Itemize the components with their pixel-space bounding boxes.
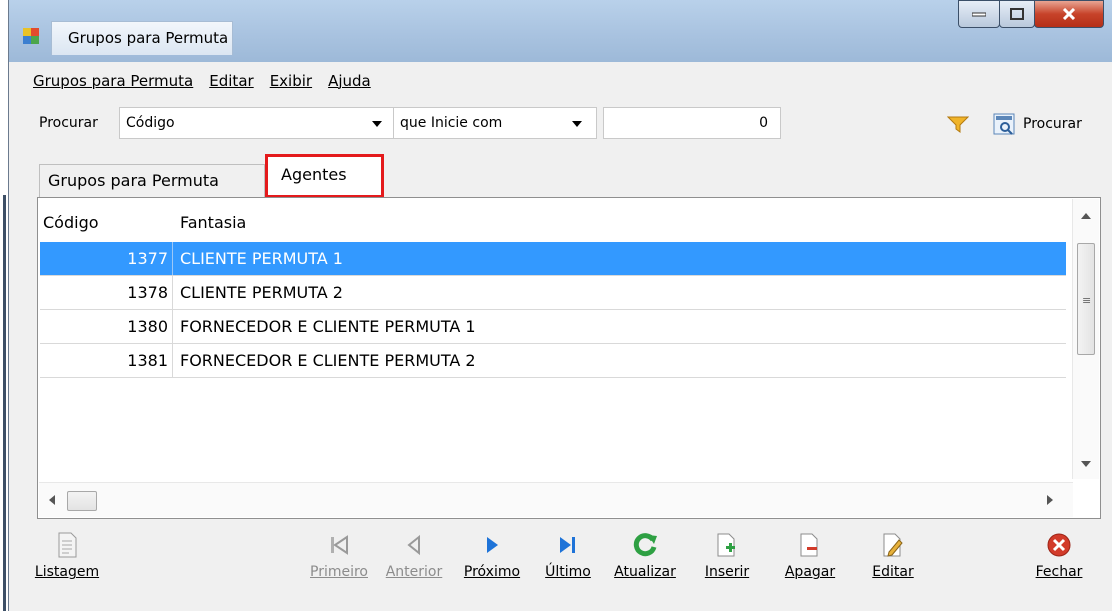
editar-button[interactable]: Editar — [863, 530, 923, 582]
menu-bar: Grupos para Permuta Editar Exibir Ajuda — [27, 68, 379, 94]
minimize-button[interactable] — [958, 0, 1000, 28]
atualizar-label: Atualizar — [614, 564, 676, 580]
vertical-scrollbar[interactable]: ≡ — [1072, 199, 1099, 479]
cell-codigo: 1378 — [40, 276, 173, 309]
search-icon — [993, 113, 1015, 135]
close-icon — [1062, 8, 1076, 20]
horizontal-scroll-thumb[interactable] — [67, 491, 97, 511]
search-label: Procurar — [39, 115, 98, 131]
minimize-icon — [972, 12, 986, 17]
delete-icon — [800, 533, 818, 557]
cell-fantasia: CLIENTE PERMUTA 1 — [180, 249, 343, 268]
previous-record-icon — [407, 534, 420, 556]
chevron-down-icon — [372, 121, 382, 127]
search-button-label: Procurar — [1023, 116, 1082, 132]
search-button[interactable]: Procurar — [993, 110, 1082, 138]
agents-grid: Código Fantasia 1377 CLIENTE PERMUTA 1 1… — [37, 197, 1101, 519]
proximo-button[interactable]: Próximo — [457, 530, 527, 582]
maximize-button[interactable] — [999, 0, 1035, 28]
cell-codigo: 1381 — [40, 344, 173, 377]
tab-bar: Grupos para Permuta Agentes — [33, 152, 1103, 198]
apagar-button[interactable]: Apagar — [775, 530, 845, 582]
search-row: Procurar Código que Inicie com 0 Procura… — [9, 104, 1112, 142]
menu-ajuda[interactable]: Ajuda — [320, 68, 379, 94]
background-strip — [0, 0, 8, 611]
app-window: Grupos para Permuta Grupos para Permuta … — [8, 0, 1112, 611]
tab-grupos-para-permuta[interactable]: Grupos para Permuta — [39, 164, 265, 198]
table-row[interactable]: 1381 FORNECEDOR E CLIENTE PERMUTA 2 — [40, 344, 1066, 378]
close-circle-icon — [1047, 533, 1071, 557]
cell-fantasia: FORNECEDOR E CLIENTE PERMUTA 2 — [180, 351, 476, 370]
bottom-toolbar: Listagem Primeiro Anterior Próximo Últim… — [9, 530, 1112, 611]
tab-agentes[interactable]: Agentes — [265, 154, 384, 198]
atualizar-button[interactable]: Atualizar — [605, 530, 685, 582]
menu-exibir[interactable]: Exibir — [262, 68, 320, 94]
scroll-down-icon[interactable] — [1081, 461, 1091, 467]
window-title: Grupos para Permuta — [51, 21, 234, 55]
column-header-codigo[interactable]: Código — [43, 206, 99, 240]
inserir-label: Inserir — [704, 564, 750, 580]
table-row[interactable]: 1378 CLIENTE PERMUTA 2 — [40, 276, 1066, 310]
search-condition-select[interactable]: que Inicie com — [393, 107, 597, 139]
app-icon — [23, 28, 39, 44]
insert-icon — [717, 533, 735, 557]
column-header-fantasia[interactable]: Fantasia — [180, 206, 246, 240]
primeiro-label: Primeiro — [310, 564, 368, 580]
search-field-value: Código — [126, 115, 175, 131]
proximo-label: Próximo — [463, 564, 521, 580]
fechar-button[interactable]: Fechar — [1029, 530, 1089, 582]
inserir-button[interactable]: Inserir — [697, 530, 757, 582]
anterior-button[interactable]: Anterior — [377, 530, 451, 582]
fechar-label: Fechar — [1035, 564, 1083, 580]
table-row[interactable]: 1380 FORNECEDOR E CLIENTE PERMUTA 1 — [40, 310, 1066, 344]
cell-fantasia: CLIENTE PERMUTA 2 — [180, 283, 343, 302]
vertical-scroll-thumb[interactable]: ≡ — [1077, 243, 1095, 355]
table-row[interactable]: 1377 CLIENTE PERMUTA 1 — [40, 242, 1066, 276]
search-condition-value: que Inicie com — [400, 115, 503, 131]
last-record-icon — [560, 537, 575, 553]
horizontal-scrollbar[interactable] — [39, 482, 1073, 517]
cell-codigo: 1380 — [40, 310, 173, 343]
window-controls — [958, 0, 1104, 32]
ultimo-label: Último — [545, 564, 591, 580]
chevron-down-icon — [572, 121, 582, 127]
listagem-button[interactable]: Listagem — [27, 530, 107, 582]
scroll-right-icon[interactable] — [1047, 495, 1053, 505]
first-record-icon — [331, 535, 348, 555]
apagar-label: Apagar — [784, 564, 836, 580]
search-field-select[interactable]: Código — [119, 107, 397, 139]
filter-icon[interactable] — [947, 116, 969, 134]
maximize-icon — [1010, 8, 1024, 20]
menu-grupos[interactable]: Grupos para Permuta — [27, 68, 201, 94]
menu-editar[interactable]: Editar — [201, 68, 261, 94]
ultimo-button[interactable]: Último — [539, 530, 597, 582]
listagem-label: Listagem — [34, 564, 100, 580]
cell-fantasia: FORNECEDOR E CLIENTE PERMUTA 1 — [180, 317, 476, 336]
edit-icon — [883, 533, 903, 557]
anterior-label: Anterior — [385, 564, 443, 580]
primeiro-button[interactable]: Primeiro — [307, 530, 371, 582]
refresh-icon — [633, 533, 657, 557]
cell-codigo: 1377 — [40, 242, 173, 275]
next-record-icon — [487, 537, 498, 553]
scroll-left-icon[interactable] — [49, 495, 55, 505]
editar-label: Editar — [872, 564, 914, 580]
title-bar: Grupos para Permuta — [9, 0, 1112, 62]
grid-header: Código Fantasia — [40, 206, 1066, 240]
document-list-icon — [58, 532, 77, 558]
window-close-button[interactable] — [1034, 0, 1104, 28]
search-input[interactable]: 0 — [603, 107, 781, 139]
scroll-up-icon[interactable] — [1081, 213, 1091, 219]
